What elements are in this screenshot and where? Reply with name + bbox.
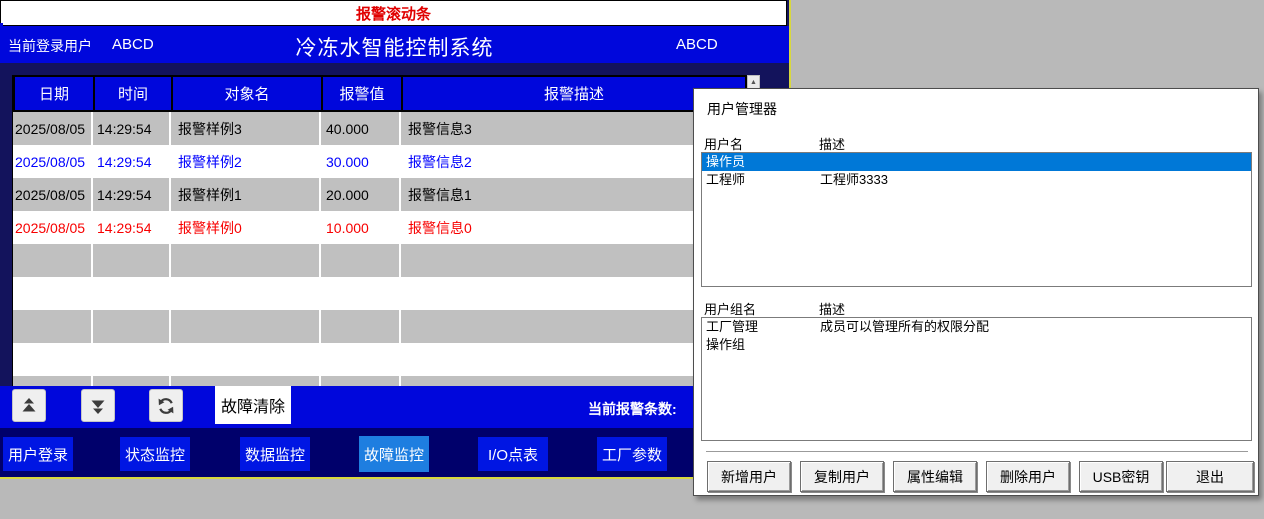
copy-user-button[interactable]: 复制用户	[800, 461, 884, 492]
alarm-marquee-text: 报警滚动条	[356, 3, 431, 24]
alarm-table: 日期 时间 对象名 报警值 报警描述 2025/08/05 14:29:54 报…	[12, 75, 747, 386]
column-header-value: 报警值	[323, 77, 403, 110]
alarm-panel: 日期 时间 对象名 报警值 报警描述 2025/08/05 14:29:54 报…	[0, 63, 789, 386]
cell-time: 14:29:54	[93, 112, 171, 145]
group-name: 工厂管理	[706, 318, 758, 336]
groups-listbox[interactable]: 工厂管理 成员可以管理所有的权限分配 操作组	[701, 317, 1252, 441]
app-window: 报警滚动条 当前登录用户 ABCD 冷冻水智能控制系统 ABCD 日期 时间 对…	[0, 0, 791, 479]
user-name: 工程师	[706, 171, 745, 189]
dialog-separator	[706, 451, 1248, 453]
user-desc: 工程师3333	[820, 171, 888, 189]
table-row[interactable]: 2025/08/05 14:29:54 报警样例2 30.000 报警信息2	[13, 145, 747, 178]
edit-props-button[interactable]: 属性编辑	[893, 461, 977, 492]
add-user-button[interactable]: 新增用户	[707, 461, 791, 492]
column-header-time: 时间	[95, 77, 173, 110]
cell-object: 报警样例2	[171, 145, 321, 178]
cell-value: 30.000	[321, 145, 401, 178]
group-desc: 成员可以管理所有的权限分配	[820, 318, 989, 336]
group-list-item[interactable]: 操作组	[702, 336, 1251, 354]
cell-time: 14:29:54	[93, 178, 171, 211]
alarm-toolbar: 故障清除 当前报警条数:	[0, 386, 789, 428]
groups-desc-header: 描述	[819, 299, 845, 318]
table-row-empty	[13, 310, 747, 343]
users-name-header: 用户名	[704, 134, 743, 153]
users-desc-header: 描述	[819, 134, 845, 153]
groups-name-header: 用户组名	[704, 299, 756, 318]
cell-date: 2025/08/05	[13, 178, 93, 211]
cell-time: 14:29:54	[93, 211, 171, 244]
nav-user-login[interactable]: 用户登录	[3, 437, 73, 471]
nav-data-monitor[interactable]: 数据监控	[240, 437, 310, 471]
group-list-item[interactable]: 工厂管理 成员可以管理所有的权限分配	[702, 318, 1251, 336]
refresh-button[interactable]	[149, 389, 183, 422]
double-chevron-up-icon	[19, 396, 39, 416]
cell-time: 14:29:54	[93, 145, 171, 178]
usb-key-button[interactable]: USB密钥	[1079, 461, 1163, 492]
group-name: 操作组	[706, 336, 745, 354]
exit-button[interactable]: 退出	[1166, 461, 1254, 492]
cell-date: 2025/08/05	[13, 211, 93, 244]
cell-date: 2025/08/05	[13, 145, 93, 178]
nav-factory-params[interactable]: 工厂参数	[597, 437, 667, 471]
cell-object: 报警样例0	[171, 211, 321, 244]
fault-clear-button[interactable]: 故障清除	[215, 386, 291, 424]
user-list-item[interactable]: 工程师 工程师3333	[702, 171, 1251, 189]
bottom-nav-bar: 用户登录 状态监控 数据监控 故障监控 I/O点表 工厂参数	[0, 428, 789, 477]
scroll-down-button[interactable]	[81, 389, 115, 422]
table-row-empty	[13, 277, 747, 310]
cell-date: 2025/08/05	[13, 112, 93, 145]
cell-value: 20.000	[321, 178, 401, 211]
cell-object: 报警样例1	[171, 178, 321, 211]
user-manager-dialog: 用户管理器 用户名 描述 操作员 工程师 工程师3333 用户组名 描述 工厂管…	[693, 88, 1259, 496]
double-chevron-down-icon	[88, 396, 108, 416]
column-header-date: 日期	[15, 77, 95, 110]
column-header-object: 对象名	[173, 77, 323, 110]
cell-object: 报警样例3	[171, 112, 321, 145]
table-row[interactable]: 2025/08/05 14:29:54 报警样例3 40.000 报警信息3	[13, 112, 747, 145]
nav-fault-monitor[interactable]: 故障监控	[359, 436, 429, 472]
header-right-user: ABCD	[676, 36, 718, 53]
alarm-count-label: 当前报警条数:	[588, 399, 677, 419]
app-header: 当前登录用户 ABCD 冷冻水智能控制系统 ABCD	[0, 26, 789, 63]
refresh-icon	[156, 396, 176, 416]
table-row-empty	[13, 244, 747, 277]
nav-status-monitor[interactable]: 状态监控	[120, 437, 190, 471]
scroll-up-button[interactable]	[12, 389, 46, 422]
nav-io-points[interactable]: I/O点表	[478, 437, 548, 471]
alarm-marquee-bar: 报警滚动条	[0, 0, 787, 26]
delete-user-button[interactable]: 删除用户	[986, 461, 1070, 492]
cell-value: 10.000	[321, 211, 401, 244]
dialog-title: 用户管理器	[707, 99, 777, 119]
cell-value: 40.000	[321, 112, 401, 145]
table-row-empty	[13, 376, 747, 386]
user-list-item[interactable]: 操作员	[702, 153, 1251, 171]
table-row-empty	[13, 343, 747, 376]
app-title: 冷冻水智能控制系统	[0, 32, 789, 62]
table-row[interactable]: 2025/08/05 14:29:54 报警样例1 20.000 报警信息1	[13, 178, 747, 211]
alarm-table-header: 日期 时间 对象名 报警值 报警描述	[13, 75, 747, 112]
table-row[interactable]: 2025/08/05 14:29:54 报警样例0 10.000 报警信息0	[13, 211, 747, 244]
user-name: 操作员	[706, 153, 745, 171]
users-listbox[interactable]: 操作员 工程师 工程师3333	[701, 152, 1252, 287]
desktop: 报警滚动条 当前登录用户 ABCD 冷冻水智能控制系统 ABCD 日期 时间 对…	[0, 0, 1264, 519]
